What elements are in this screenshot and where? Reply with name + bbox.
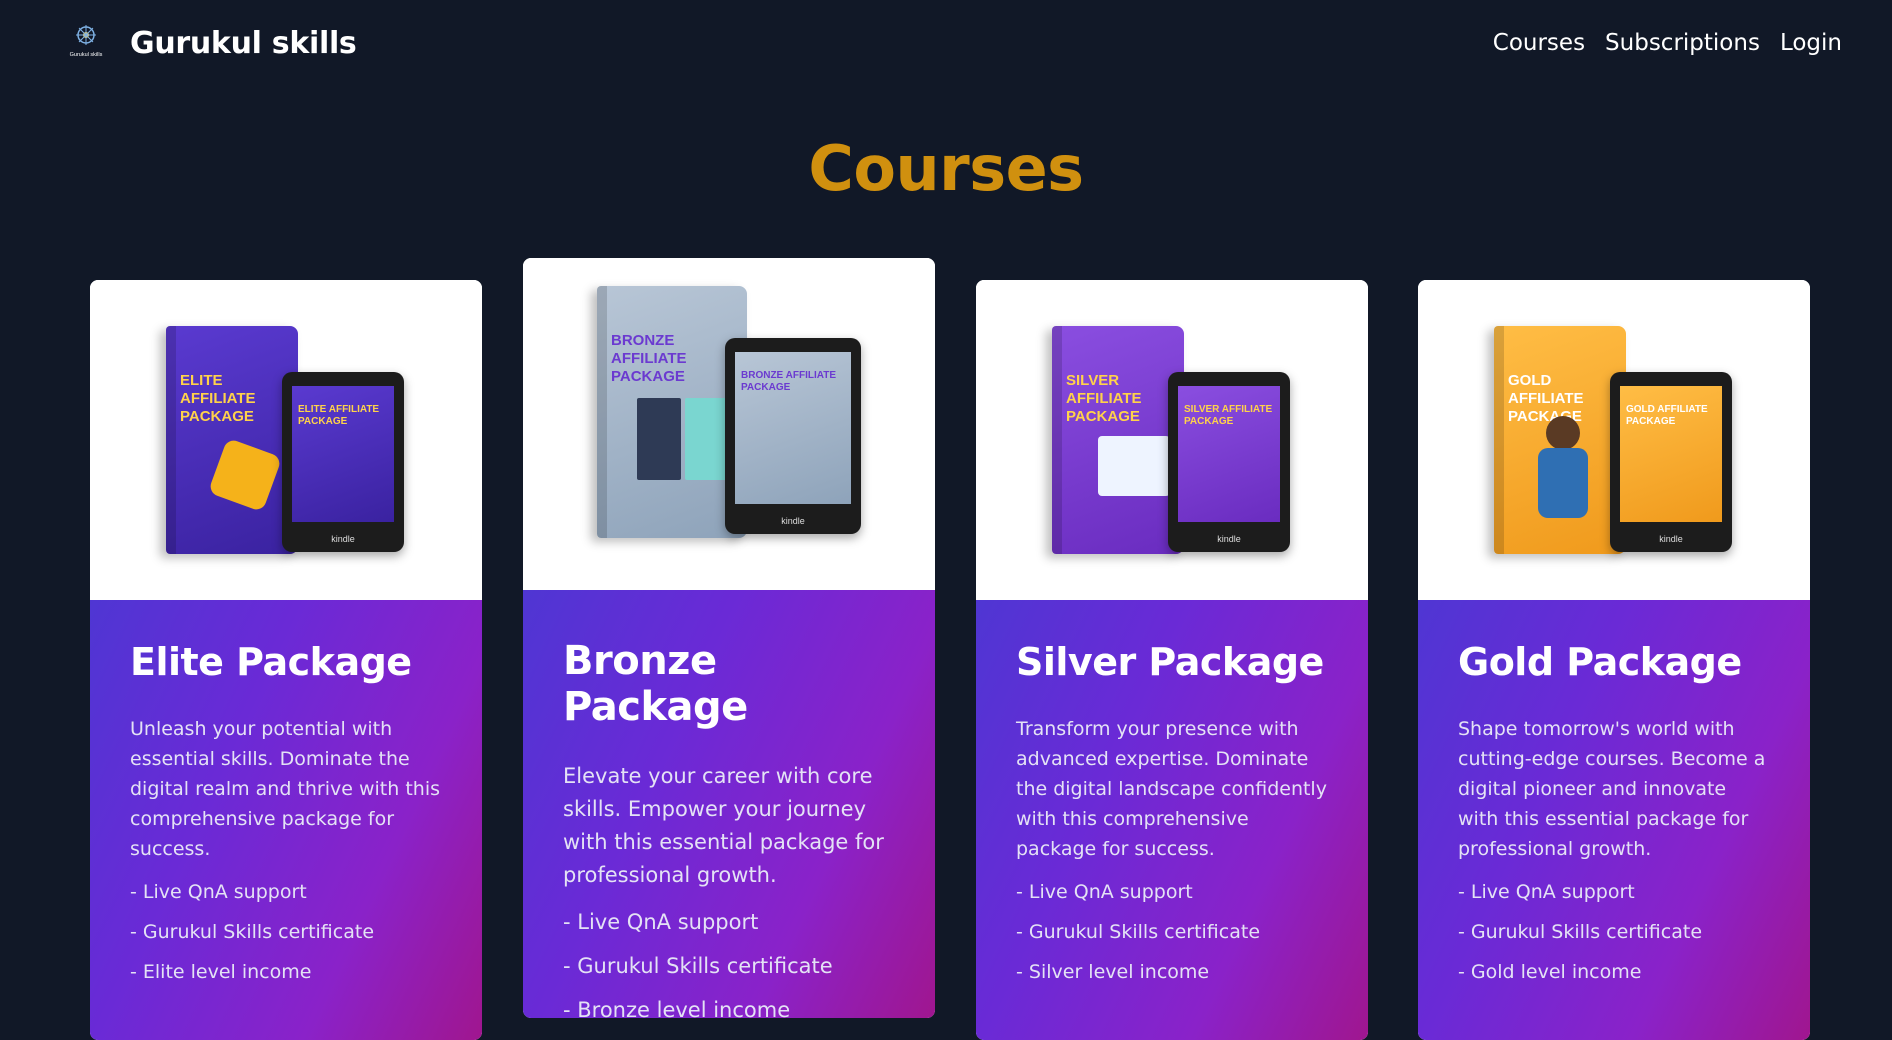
card-description: Shape tomorrow's world with cutting-edge… [1458,718,1766,860]
feature-item: - Gurukul Skills certificate [1016,921,1261,943]
brand-name[interactable]: Gurukul skills [130,26,357,61]
nav-link-courses[interactable]: Courses [1493,30,1585,56]
product-image: BRONZE AFFILIATE PACKAGE BRONZE AFFILIAT… [523,258,935,578]
card-title: Bronze Package [563,638,748,730]
card-body: Bronze Package Elevate your career with … [523,590,935,1018]
nav-links: Courses Subscriptions Login [1493,30,1842,56]
card-title: Gold Package [1458,640,1742,684]
card-title: Elite Package [130,640,412,684]
kindle-device: BRONZE AFFILIATE PACKAGE kindle [725,338,861,534]
feature-item: - Silver level income [1016,961,1210,983]
feature-item: - Bronze level income [563,998,791,1018]
svg-text:Gurukul skills: Gurukul skills [70,52,103,58]
feature-item: - Gurukul Skills certificate [1458,921,1703,943]
nav-link-login[interactable]: Login [1780,30,1842,56]
card-description: Unleash your potential with essential sk… [130,718,441,860]
course-card-bronze[interactable]: BRONZE AFFILIATE PACKAGE BRONZE AFFILIAT… [523,258,935,1018]
feature-item: - Gurukul Skills certificate [130,921,375,943]
feature-item: - Live QnA support [563,910,759,934]
navbar: Gurukul skills Gurukul skills Courses Su… [0,0,1892,92]
kindle-device: GOLD AFFILIATE PACKAGE kindle [1610,372,1732,552]
product-image: GOLD AFFILIATE PACKAGE GOLD AFFILIATE PA… [1418,280,1810,600]
product-image: SILVER AFFILIATE PACKAGE SILVER AFFILIAT… [976,280,1368,600]
feature-item: - Gold level income [1458,961,1642,983]
course-card-gold[interactable]: GOLD AFFILIATE PACKAGE GOLD AFFILIATE PA… [1418,280,1810,1040]
card-title: Silver Package [1016,640,1324,684]
product-box: GOLD AFFILIATE PACKAGE [1494,326,1626,554]
course-card-silver[interactable]: SILVER AFFILIATE PACKAGE SILVER AFFILIAT… [976,280,1368,1040]
kindle-device: SILVER AFFILIATE PACKAGE kindle [1168,372,1290,552]
product-box: ELITE AFFILIATE PACKAGE [166,326,298,554]
product-image: ELITE AFFILIATE PACKAGE ELITE AFFILIATE … [90,280,482,600]
card-body: Elite Package Unleash your potential wit… [90,600,482,1040]
feature-item: - Elite level income [130,961,312,983]
course-card-elite[interactable]: ELITE AFFILIATE PACKAGE ELITE AFFILIATE … [90,280,482,1040]
feature-item: - Live QnA support [130,881,307,903]
card-body: Silver Package Transform your presence w… [976,600,1368,1040]
feature-item: - Live QnA support [1458,881,1635,903]
feature-item: - Gurukul Skills certificate [563,954,833,978]
nav-link-subscriptions[interactable]: Subscriptions [1605,30,1760,56]
logo-icon: Gurukul skills [70,25,103,58]
card-description: Elevate your career with core skills. Em… [563,764,884,887]
card-body: Gold Package Shape tomorrow's world with… [1418,600,1810,1040]
product-box: SILVER AFFILIATE PACKAGE [1052,326,1184,554]
brand-logo[interactable]: Gurukul skills [68,22,104,60]
page-title: Courses [808,132,1084,205]
feature-item: - Live QnA support [1016,881,1193,903]
kindle-device: ELITE AFFILIATE PACKAGE kindle [282,372,404,552]
card-description: Transform your presence with advanced ex… [1016,718,1327,860]
